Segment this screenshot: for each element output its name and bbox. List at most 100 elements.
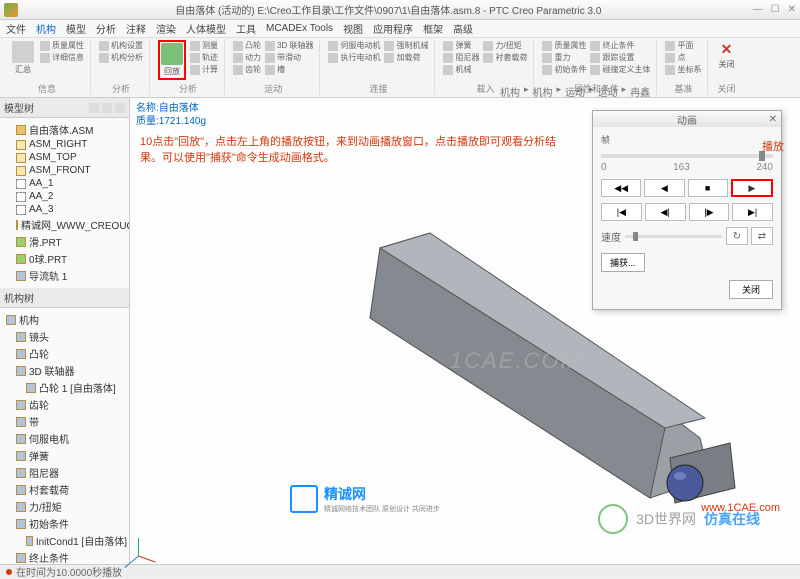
play-callout: 播放: [762, 138, 784, 154]
menu-advanced[interactable]: 高级: [453, 21, 473, 36]
graphics-canvas[interactable]: 机构▸机构▸运动▸运动▸冉鑫 名称:自由落体 质量:1721.140g 10点击…: [130, 98, 800, 564]
tree-tool-icon[interactable]: [115, 103, 125, 113]
menu-mechanism[interactable]: 机构: [36, 21, 56, 36]
tree-tool-icon[interactable]: [89, 103, 99, 113]
mech-tree-header: 机构树: [0, 288, 129, 308]
mass-props-item[interactable]: 质量属性: [40, 40, 84, 51]
frame-slider[interactable]: [601, 154, 773, 158]
tree-node[interactable]: 自由落体.ASM: [2, 121, 127, 138]
capture-button[interactable]: 捕获...: [601, 253, 645, 272]
speed-control: 速度 ↻ ⇄: [601, 227, 773, 245]
menu-model[interactable]: 模型: [66, 21, 86, 36]
calc-item[interactable]: 计算: [190, 64, 218, 75]
tree-node[interactable]: 凸轮 1 [自由落体]: [2, 379, 127, 396]
maximize-icon[interactable]: ☐: [771, 4, 780, 15]
tree-node[interactable]: AA_2: [2, 190, 127, 203]
close-button[interactable]: ✕关闭: [716, 40, 736, 71]
tree-node[interactable]: ASM_FRONT: [2, 164, 127, 177]
animation-close-icon[interactable]: ✕: [769, 114, 777, 125]
tree-node[interactable]: 带: [2, 413, 127, 430]
loop-button[interactable]: ↻: [726, 227, 748, 245]
tree-node[interactable]: 伺服电机: [2, 430, 127, 447]
tree-node[interactable]: ASM_RIGHT: [2, 138, 127, 151]
statusbar: 在时间为10.0000秒播放: [0, 564, 800, 578]
close-x-icon: ✕: [721, 41, 733, 58]
menu-frame[interactable]: 框架: [423, 21, 443, 36]
prev-button[interactable]: ◀: [644, 179, 684, 197]
watermark-1cae: 1CAE.COM: [450, 348, 581, 374]
play-button[interactable]: ▶: [731, 179, 773, 197]
tree-node[interactable]: 机构: [2, 311, 127, 328]
measure-item[interactable]: 测量: [190, 40, 218, 51]
last-button[interactable]: ▶|: [732, 203, 773, 221]
tree-node[interactable]: 滑.PRT: [2, 233, 127, 250]
status-bullet-icon: [6, 569, 12, 575]
tree-node[interactable]: InitCond1 [自由落体]: [2, 532, 127, 549]
menu-render[interactable]: 渲染: [156, 21, 176, 36]
trace-item[interactable]: 轨迹: [190, 52, 218, 63]
close-icon[interactable]: ✕: [788, 4, 796, 15]
tree-node[interactable]: 凸轮: [2, 345, 127, 362]
capture-row: 捕获...: [601, 253, 773, 272]
watermark-right: 3D世界网 仿真在线: [598, 504, 760, 534]
animation-window: 动画 ✕ 帧 0163240 ◀◀ ◀ ■ ▶ |◀ ◀| |▶: [592, 110, 782, 310]
content-area: 模型树 自由落体.ASMASM_RIGHTASM_TOPASM_FRONTAA_…: [0, 98, 800, 564]
menu-apps[interactable]: 应用程序: [373, 21, 413, 36]
app-logo-icon: [4, 3, 18, 17]
tree-tool-icon[interactable]: [102, 103, 112, 113]
menu-tools[interactable]: 工具: [236, 21, 256, 36]
stop-button[interactable]: ■: [688, 179, 728, 197]
mech-analysis-item[interactable]: 机构分析: [99, 52, 143, 63]
menu-manikin[interactable]: 人体模型: [186, 21, 226, 36]
tree-node[interactable]: 精诚网_WWW_CREOUG_COM: [2, 216, 127, 233]
tree-node[interactable]: 初始条件: [2, 515, 127, 532]
menu-analysis[interactable]: 分析: [96, 21, 116, 36]
first-button[interactable]: |◀: [601, 203, 642, 221]
jingcheng-logo: 精诚网 精诚网络技术团队 原创设计 共同进步: [290, 484, 440, 514]
minimize-icon[interactable]: —: [753, 4, 763, 15]
mech-setup-item[interactable]: 机构设置: [99, 40, 143, 51]
ribbon: 汇总 质量属性 详细信息 信息 机构设置 机构分析 分析 回放 测量 轨迹 计算…: [0, 38, 800, 98]
sidebar: 模型树 自由落体.ASMASM_RIGHTASM_TOPASM_FRONTAA_…: [0, 98, 130, 564]
ribbon-group-playback: 回放 测量 轨迹 计算 分析: [152, 40, 225, 95]
animation-window-title[interactable]: 动画 ✕: [593, 111, 781, 127]
tree-node[interactable]: 力/扭矩: [2, 498, 127, 515]
stepback-button[interactable]: ◀|: [645, 203, 686, 221]
tree-node[interactable]: 阻尼器: [2, 464, 127, 481]
menu-view[interactable]: 视图: [343, 21, 363, 36]
details-item[interactable]: 详细信息: [40, 52, 84, 63]
window-title: 自由落体 (活动的) E:\Creo工作目录\工作文件\0907\1\自由落体.…: [24, 2, 753, 17]
instruction-text: 10点击"回放"，点击左上角的播放按钮，来到动画播放窗口，点击播放即可观看分析结…: [140, 134, 560, 166]
tree-node[interactable]: 导流轨 1: [2, 267, 127, 284]
bounce-button[interactable]: ⇄: [751, 227, 773, 245]
breadcrumb: 机构▸机构▸运动▸运动▸冉鑫: [500, 84, 650, 99]
tree-node[interactable]: ASM_TOP: [2, 151, 127, 164]
menu-annotate[interactable]: 注释: [126, 21, 146, 36]
ribbon-group-analysis1: 机构设置 机构分析 分析: [93, 40, 150, 95]
tree-node[interactable]: AA_1: [2, 177, 127, 190]
model-info: 名称:自由落体 质量:1721.140g: [136, 102, 206, 128]
tree-node[interactable]: 0球.PRT: [2, 250, 127, 267]
animation-close-button[interactable]: 关闭: [729, 280, 773, 299]
stepfwd-button[interactable]: |▶: [689, 203, 730, 221]
tree-node[interactable]: 镜头: [2, 328, 127, 345]
rewind-button[interactable]: ◀◀: [601, 179, 641, 197]
playback-controls: ◀◀ ◀ ■ ▶: [601, 179, 773, 197]
menu-mcadex[interactable]: MCADEx Tools: [266, 23, 333, 34]
model-tree-header: 模型树: [0, 98, 129, 118]
speed-slider[interactable]: [625, 235, 722, 238]
menu-file[interactable]: 文件: [6, 21, 26, 36]
tree-node[interactable]: 3D 联轴器: [2, 362, 127, 379]
tree-node[interactable]: 村套载荷: [2, 481, 127, 498]
tree-node[interactable]: 弹簧: [2, 447, 127, 464]
model-tree[interactable]: 自由落体.ASMASM_RIGHTASM_TOPASM_FRONTAA_1AA_…: [0, 118, 129, 288]
playback-button[interactable]: 回放: [158, 40, 186, 80]
tree-node[interactable]: 终止条件: [2, 549, 127, 564]
tree-node[interactable]: 齿轮: [2, 396, 127, 413]
titlebar: 自由落体 (活动的) E:\Creo工作目录\工作文件\0907\1\自由落体.…: [0, 0, 800, 20]
tree-node[interactable]: AA_3: [2, 203, 127, 216]
jingcheng-icon: [290, 485, 318, 513]
mechanism-tree[interactable]: 机构镜头凸轮3D 联轴器凸轮 1 [自由落体]齿轮带伺服电机弹簧阻尼器村套载荷力…: [0, 308, 129, 564]
ribbon-group-connect: 伺服电动机 执行电动机 强制机械 加载荷 连接: [322, 40, 435, 95]
summary-button[interactable]: 汇总: [10, 40, 36, 76]
